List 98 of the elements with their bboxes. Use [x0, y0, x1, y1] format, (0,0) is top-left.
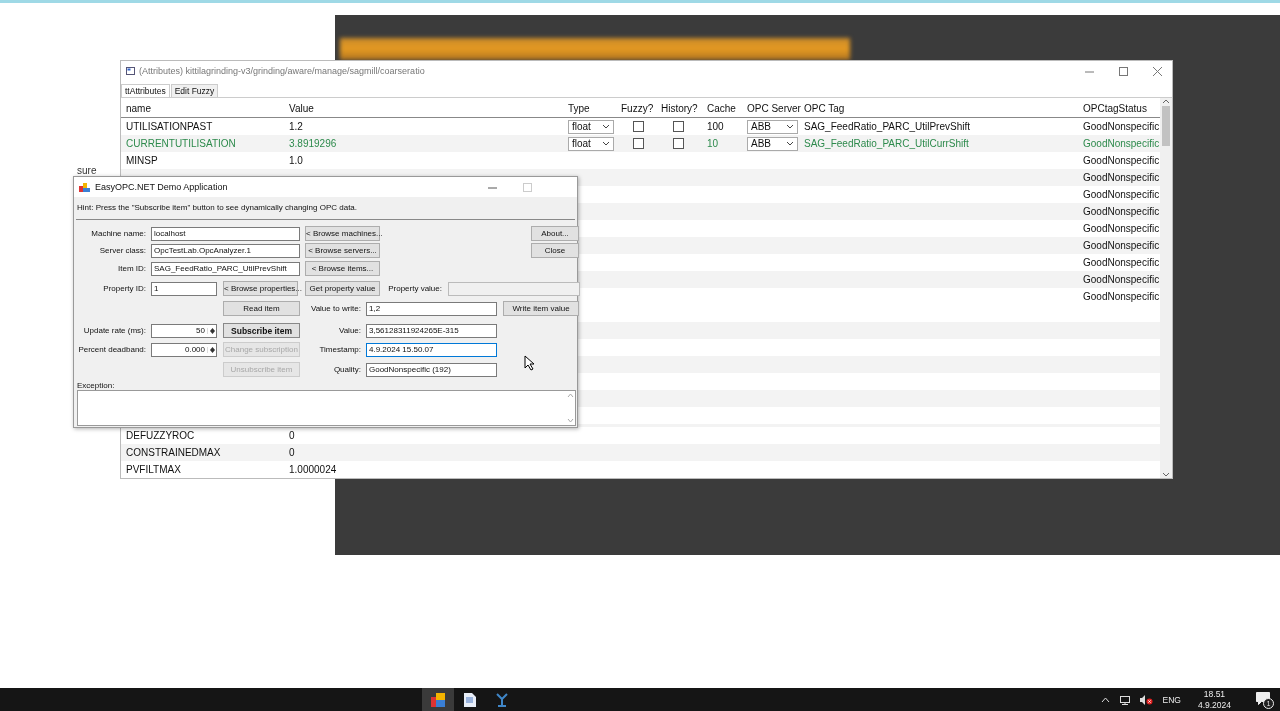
button[interactable]: < Browse items... — [305, 261, 380, 276]
column-header[interactable]: Type — [568, 102, 621, 114]
table-cell: GoodNonspecific — [1083, 172, 1160, 183]
checkbox[interactable] — [633, 138, 644, 149]
table-cell: GoodNonspecific — [1083, 121, 1160, 132]
checkbox[interactable] — [673, 121, 684, 132]
table-cell: SAG_FeedRatio_PARC_UtilCurrShift — [804, 138, 969, 149]
chevron-down-icon[interactable] — [786, 141, 794, 146]
table-row[interactable]: UTILISATIONPAST 1.2 float 100 ABB SAG_FeedRatio_PARC_UtilPrevShift GoodNonspecific — [121, 118, 1160, 135]
column-header[interactable]: OPC Tag — [804, 102, 1083, 114]
input-field[interactable]: 4.9.2024 15.50.07 — [366, 342, 497, 357]
column-header[interactable]: Cache — [707, 102, 747, 114]
type-dropdown[interactable]: float — [568, 136, 614, 151]
language-indicator[interactable]: ENG — [1162, 694, 1181, 705]
input-field[interactable]: 1 — [151, 281, 217, 296]
table-row[interactable]: PVFILTMAX 1.0000024 — [121, 461, 1160, 478]
table-cell: 1.2 — [289, 121, 303, 132]
button[interactable]: About... — [531, 226, 579, 241]
button[interactable]: Read item — [223, 301, 300, 316]
window-icon — [126, 67, 135, 75]
field-label: Item ID: — [117, 264, 146, 273]
table-cell: PVFILTMAX — [126, 464, 181, 475]
table-cell: CONSTRAINEDMAX — [126, 447, 221, 458]
input-field[interactable]: 1,2 — [366, 301, 497, 316]
clock[interactable]: 18.51 4.9.2024 — [1197, 688, 1231, 711]
button[interactable]: < Browse machines... — [305, 226, 380, 241]
table-cell: GoodNonspecific — [1083, 274, 1160, 285]
speaker-muted-icon[interactable] — [1140, 694, 1154, 705]
number-spinner[interactable]: 0.000 — [151, 342, 217, 357]
scroll-up-icon[interactable] — [1162, 98, 1170, 104]
chevron-down-icon[interactable] — [786, 124, 794, 129]
server-dropdown[interactable]: ABB — [747, 136, 798, 151]
table-cell: CURRENTUTILISATION — [126, 138, 236, 149]
scrollbar[interactable] — [1160, 98, 1172, 478]
table-row[interactable]: MINSP 1.0 GoodNonspecific — [121, 152, 1160, 169]
maximize-icon[interactable] — [1118, 66, 1128, 76]
chevron-up-icon[interactable] — [1101, 696, 1111, 703]
column-header[interactable]: OPC Server — [747, 102, 804, 114]
tiles-app-icon[interactable] — [422, 688, 454, 711]
checkbox[interactable] — [633, 121, 644, 132]
table-cell: 1.0000024 — [289, 464, 337, 475]
server-dropdown[interactable]: ABB — [747, 119, 798, 134]
close-icon[interactable] — [1152, 66, 1162, 76]
chevron-down-icon[interactable] — [602, 124, 610, 129]
scroll-thumb[interactable] — [1162, 106, 1170, 146]
input-field[interactable]: SAG_FeedRatio_PARC_UtilPrevShift — [151, 261, 300, 276]
field-label: Percent deadband: — [77, 345, 146, 354]
column-header[interactable]: Value — [289, 102, 568, 114]
field-label: Value: — [337, 326, 361, 335]
field-label: Exception: — [77, 381, 115, 390]
button[interactable]: Close — [531, 243, 579, 258]
table-row[interactable]: DEFUZZYROC 0 — [121, 427, 1160, 444]
window-title: (Attributes) kittilagrinding-v3/grinding/aware/manage/sagmill/coarseratio — [139, 66, 426, 76]
table-cell: UTILISATIONPAST — [126, 121, 213, 132]
scroll-down-icon[interactable] — [1162, 472, 1170, 478]
table-cell: 1.0 — [289, 155, 303, 166]
table-cell: 10 — [707, 138, 719, 149]
field-label: Quality: — [332, 365, 361, 374]
input-field[interactable]: localhost — [151, 226, 300, 241]
column-header[interactable]: OPCtagStatus — [1083, 102, 1160, 114]
table-cell: SAG_FeedRatio_PARC_UtilPrevShift — [804, 121, 970, 132]
maximize-icon — [522, 182, 532, 192]
column-header[interactable]: name — [126, 102, 289, 114]
field-label: Value to write: — [309, 304, 361, 313]
table-cell: 100 — [707, 121, 724, 132]
table-row[interactable]: CONSTRAINEDMAX 0 — [121, 444, 1160, 461]
tab[interactable]: ttAttributes — [121, 84, 170, 97]
table-cell: GoodNonspecific — [1083, 206, 1160, 217]
table-cell: GoodNonspecific — [1083, 138, 1160, 149]
table-cell: GoodNonspecific — [1083, 240, 1160, 251]
column-header[interactable]: Fuzzy? — [621, 102, 661, 114]
checkbox[interactable] — [673, 138, 684, 149]
chevron-down-icon[interactable] — [602, 141, 610, 146]
field-label: Update rate (ms): — [82, 326, 146, 335]
tab[interactable]: Edit Fuzzy — [170, 84, 219, 97]
button[interactable]: Subscribe item — [223, 323, 300, 338]
input-field[interactable]: GoodNonspecific (192) — [366, 362, 497, 377]
cursor-icon — [524, 355, 536, 371]
table-cell: GoodNonspecific — [1083, 155, 1160, 166]
type-dropdown[interactable]: float — [568, 119, 614, 134]
column-header[interactable]: History? — [661, 102, 707, 114]
input-field[interactable]: OpcTestLab.OpcAnalyzer.1 — [151, 243, 300, 258]
field-label: Timestamp: — [318, 345, 361, 354]
number-spinner[interactable]: 50 — [151, 323, 217, 338]
table-row[interactable]: CURRENTUTILISATION 3.8919296 float 10 ABB SAG_FeedRatio_PARC_UtilCurrShift GoodNonspecific — [121, 135, 1160, 152]
table-cell: 0 — [289, 430, 295, 441]
button[interactable]: Get property value — [305, 281, 380, 296]
button[interactable]: < Browse servers... — [305, 243, 380, 258]
network-icon[interactable] — [1119, 694, 1132, 705]
table-cell: DEFUZZYROC — [126, 430, 195, 441]
table-cell: MINSP — [126, 155, 158, 166]
table-cell: 0 — [289, 447, 295, 458]
field-label: Machine name: — [90, 229, 146, 238]
input-field[interactable]: 3,56128311924265E-315 — [366, 323, 497, 338]
app-icon — [79, 182, 90, 192]
table-cell: 3.8919296 — [289, 138, 337, 149]
text-fragment: sure — [77, 165, 97, 176]
button[interactable]: Write item value — [503, 301, 579, 316]
